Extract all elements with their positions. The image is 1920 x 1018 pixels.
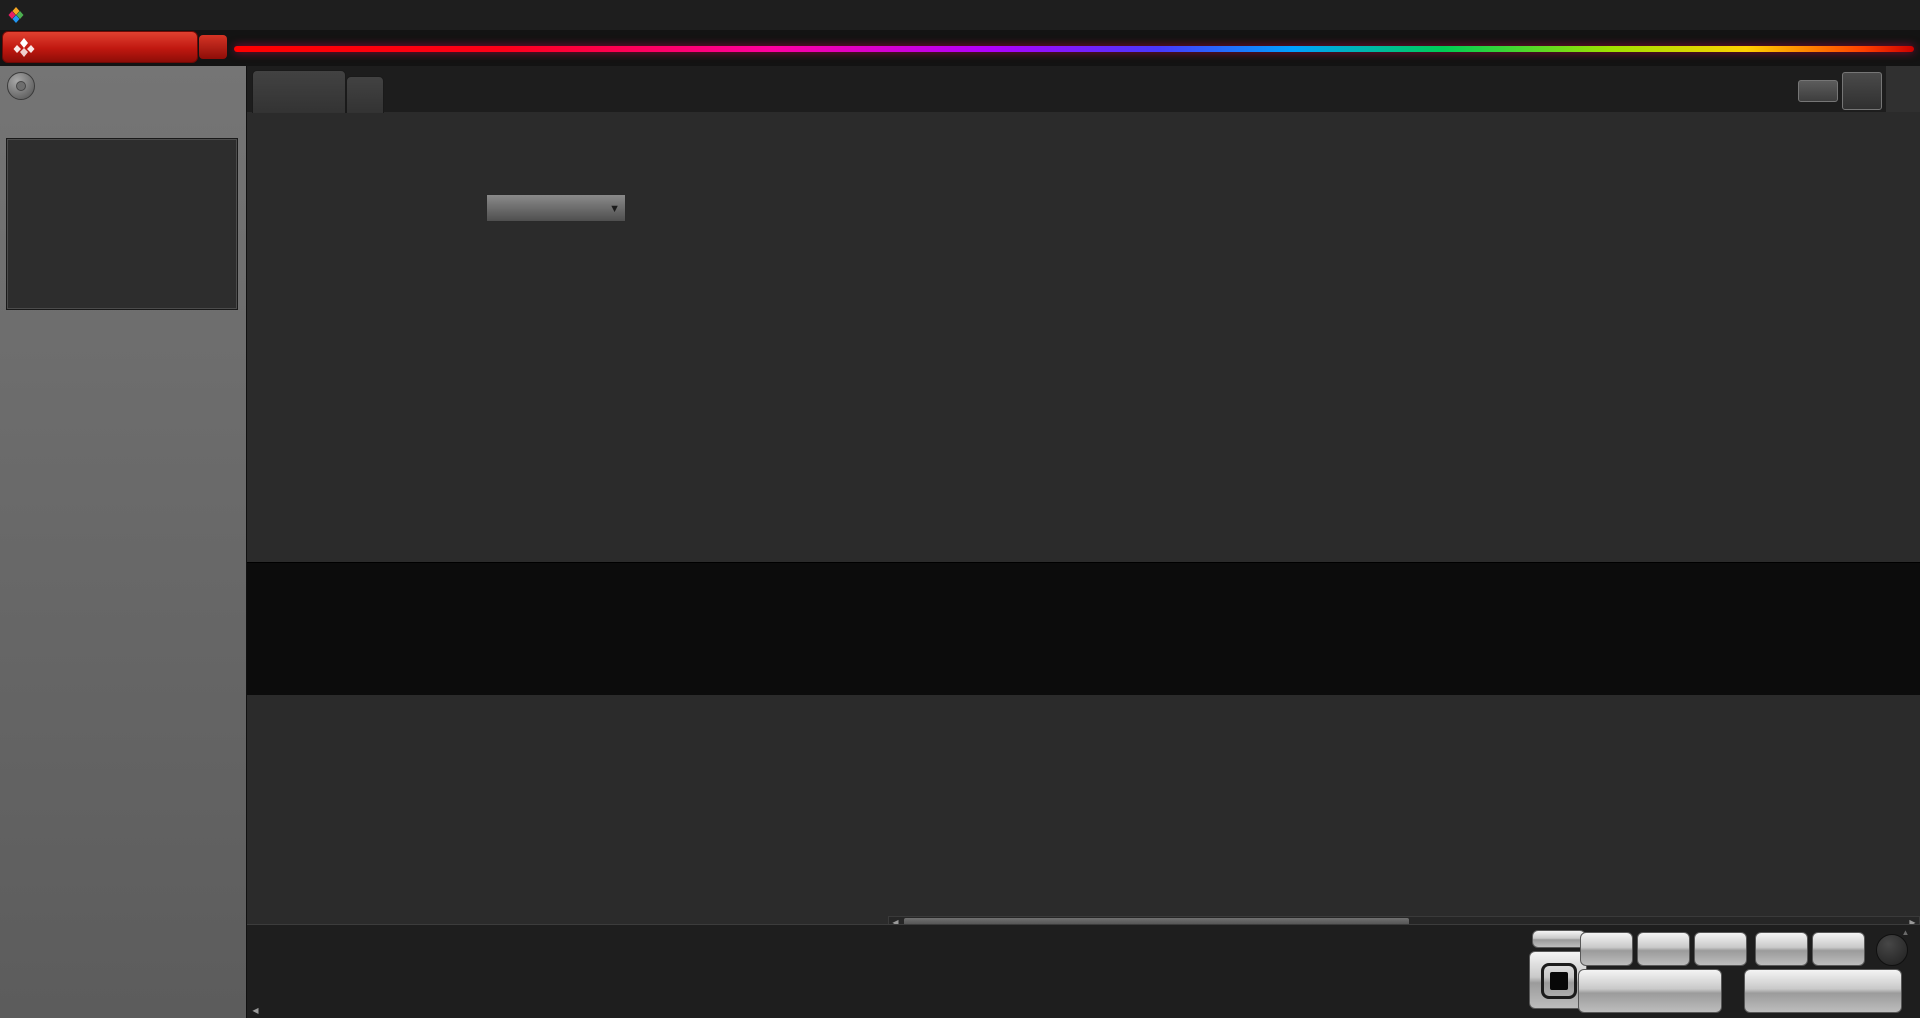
close-button[interactable] <box>1874 0 1920 30</box>
cie-1931-chart <box>588 714 890 930</box>
workflow-tree <box>6 138 238 310</box>
gamma-chart <box>1444 136 1920 528</box>
rgb-balance-bar-chart <box>1254 136 1436 528</box>
logo-bar <box>0 30 1920 66</box>
continuous-measure-button[interactable] <box>1755 932 1808 966</box>
back-button[interactable] <box>1578 969 1722 1013</box>
status-lamp <box>1876 934 1908 966</box>
sidebar-collapse-icon[interactable] <box>212 76 238 98</box>
pattern-up-button[interactable] <box>1532 930 1586 948</box>
ramp-actual-label <box>337 571 351 623</box>
sidebar <box>0 66 247 1018</box>
top-bar <box>247 66 1920 113</box>
panel-collapse-button[interactable] <box>1886 66 1920 112</box>
app-menu-button[interactable] <box>7 72 35 100</box>
calman-logo[interactable] <box>2 31 198 63</box>
app-icon <box>8 7 24 23</box>
tab-add[interactable] <box>346 76 384 113</box>
measurement-table <box>888 706 1920 914</box>
rgb-balance-line-chart <box>616 136 1276 528</box>
next-button[interactable] <box>1744 969 1902 1013</box>
ramp-target-label <box>337 623 351 675</box>
loop-button[interactable] <box>1812 932 1865 966</box>
tab-history-1[interactable] <box>252 70 346 113</box>
pattern-window-frame-icon <box>1541 963 1577 999</box>
hold-pattern-button[interactable] <box>1694 932 1747 966</box>
grayscale-ramp-panel <box>247 562 1920 695</box>
logo-dropdown[interactable] <box>199 35 227 59</box>
patterns-scroll-left-icon[interactable]: ◀ <box>249 1005 262 1016</box>
ddc-button[interactable] <box>1798 80 1838 102</box>
calman-logo-icon <box>13 38 35 57</box>
maximize-button[interactable] <box>1828 0 1874 30</box>
delta-e-chart <box>236 228 628 524</box>
stop-button[interactable] <box>1580 932 1633 966</box>
settings-gear-button[interactable] <box>1842 72 1882 110</box>
play-button[interactable] <box>1637 932 1690 966</box>
pattern-button-bar: ◀ ▲ <box>247 924 1920 1018</box>
title-bar <box>0 0 1920 31</box>
minimize-button[interactable] <box>1782 0 1828 30</box>
de-formula-select[interactable]: ▼ <box>486 194 626 222</box>
calman-window: ▼ ◀ ▶ ◀ ▲ <box>0 0 1920 1018</box>
rainbow-strip <box>234 46 1914 52</box>
